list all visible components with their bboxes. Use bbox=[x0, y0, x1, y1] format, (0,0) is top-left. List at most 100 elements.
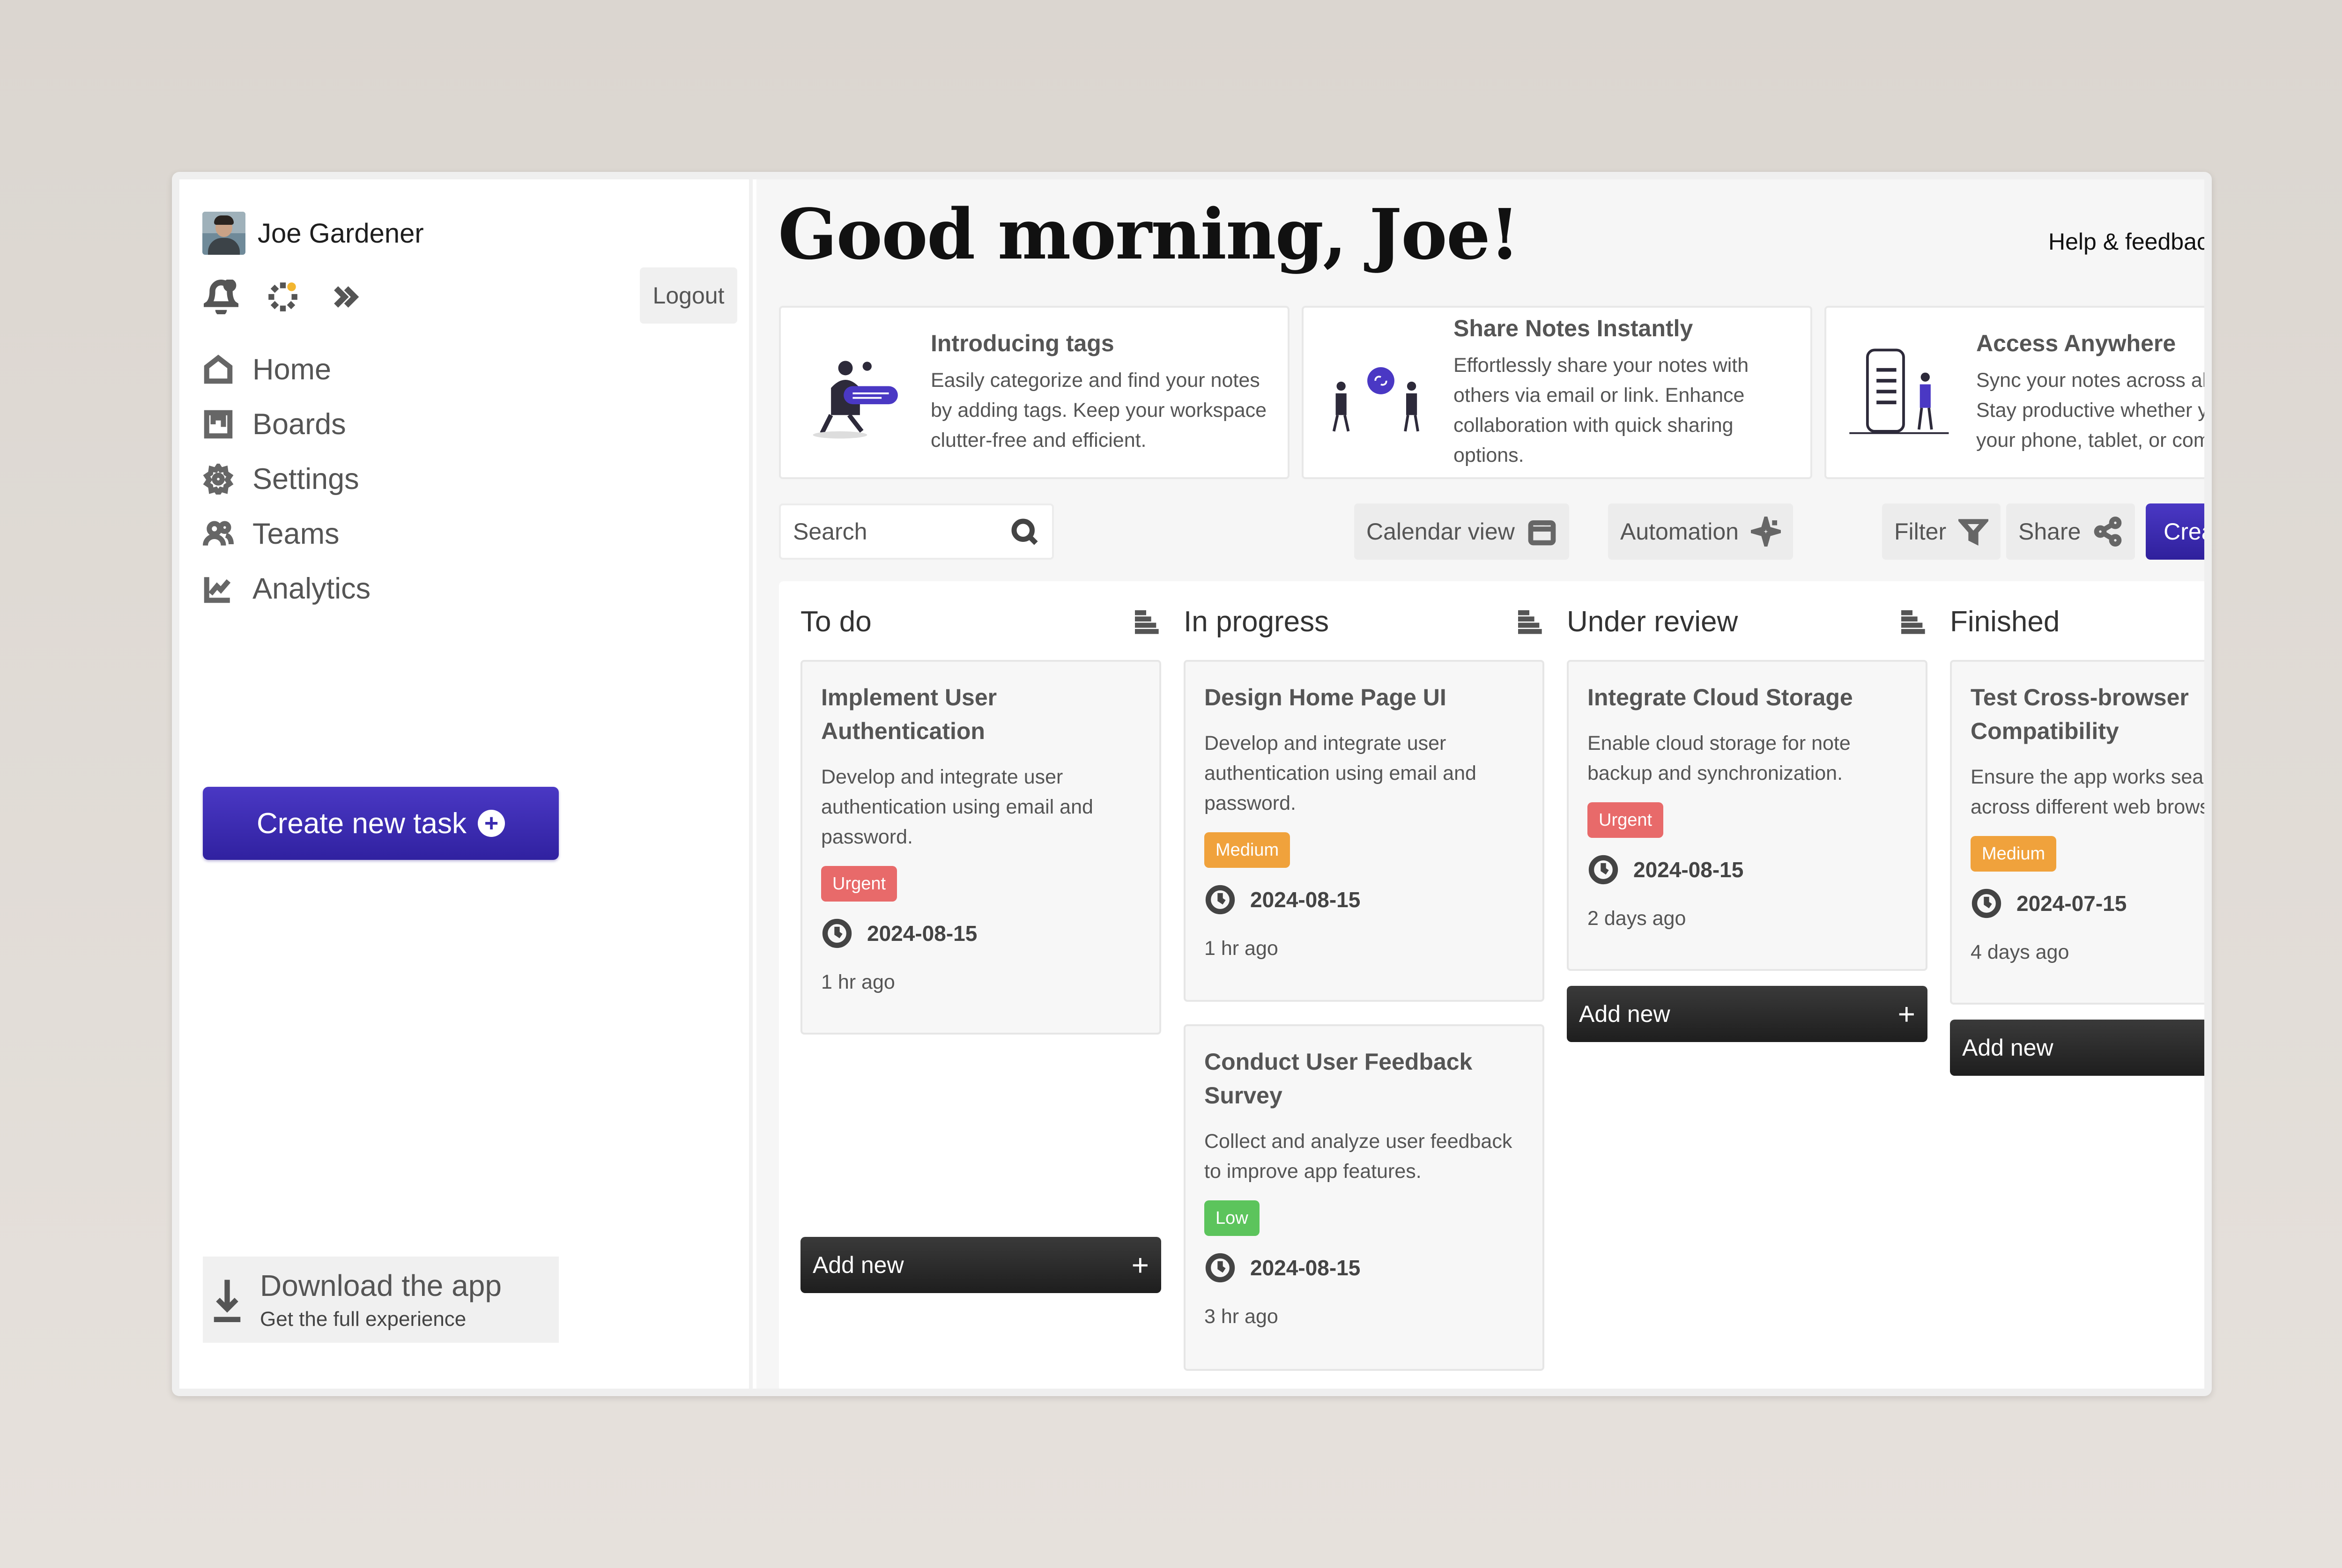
create-new-task-button[interactable]: Create new task + bbox=[203, 787, 559, 860]
share-illustration-icon bbox=[1332, 367, 1419, 432]
kanban-board: To do Implement User Authentication Deve… bbox=[779, 581, 2204, 1389]
add-new-label: Add new bbox=[813, 1252, 904, 1278]
sparkle-icon bbox=[1750, 517, 1781, 547]
task-date-value: 2024-08-15 bbox=[1250, 1256, 1361, 1280]
sidebar-nav: Home Boards Settings Teams Analytics bbox=[203, 342, 371, 616]
sidebar: Joe Gardener Logout Home Boards Settings… bbox=[179, 179, 753, 1389]
task-card[interactable]: Test Cross-browser Compatibility Ensure … bbox=[1950, 660, 2204, 1005]
home-icon bbox=[204, 354, 233, 384]
add-new-button[interactable]: Add new + bbox=[800, 1237, 1161, 1293]
feature-card-description: Effortlessly share your notes with other… bbox=[1453, 354, 1749, 466]
gear-icon bbox=[203, 463, 234, 495]
sidebar-item-label: Analytics bbox=[252, 572, 371, 605]
task-title: Integrate Cloud Storage bbox=[1587, 684, 1853, 710]
chevrons-right-icon[interactable] bbox=[327, 280, 362, 314]
task-description: Develop and integrate user authenticatio… bbox=[1204, 732, 1476, 814]
download-title: Download the app bbox=[260, 1269, 502, 1302]
task-date: 2024-07-15 bbox=[1971, 888, 2204, 919]
task-updated: 3 hr ago bbox=[1204, 1305, 1278, 1328]
task-date: 2024-08-15 bbox=[821, 917, 1141, 949]
sort-icon[interactable] bbox=[1514, 606, 1544, 636]
task-date: 2024-08-15 bbox=[1204, 1252, 1524, 1284]
feature-card-share[interactable]: Share Notes Instantly Effortlessly share… bbox=[1302, 306, 1812, 479]
task-date: 2024-08-15 bbox=[1204, 884, 1524, 916]
automation-label: Automation bbox=[1620, 518, 1739, 545]
task-card[interactable]: Conduct User Feedback Survey Collect and… bbox=[1184, 1024, 1544, 1371]
task-description: Collect and analyze user feedback to imp… bbox=[1204, 1130, 1512, 1183]
sidebar-item-label: Teams bbox=[252, 517, 340, 550]
add-new-button[interactable]: Add new + bbox=[1567, 986, 1927, 1042]
task-card[interactable]: Implement User Authentication Develop an… bbox=[800, 660, 1161, 1035]
download-subtitle: Get the full experience bbox=[260, 1308, 467, 1331]
plus-icon: + bbox=[1131, 1248, 1149, 1282]
task-card[interactable]: Design Home Page UI Develop and integrat… bbox=[1184, 660, 1544, 1002]
sidebar-item-home[interactable]: Home bbox=[203, 342, 371, 397]
sort-icon[interactable] bbox=[1131, 606, 1161, 636]
download-icon bbox=[214, 1280, 241, 1322]
column-header: Finished bbox=[1950, 603, 2204, 640]
sort-icon[interactable] bbox=[1897, 606, 1927, 636]
create-new-button[interactable]: Create new + bbox=[2146, 503, 2204, 560]
calendar-view-label: Calendar view bbox=[1366, 518, 1515, 545]
clock-icon bbox=[1971, 888, 2001, 918]
column-title: In progress bbox=[1184, 605, 1329, 638]
feature-card-title: Share Notes Instantly bbox=[1453, 315, 1693, 341]
clock-icon bbox=[1205, 1253, 1235, 1283]
user-profile[interactable]: Joe Gardener bbox=[202, 212, 424, 255]
sidebar-item-label: Boards bbox=[252, 407, 346, 441]
search-input[interactable]: Search bbox=[779, 503, 1054, 560]
sidebar-item-boards[interactable]: Boards bbox=[203, 397, 371, 451]
sidebar-item-teams[interactable]: Teams bbox=[203, 506, 371, 561]
help-label: Help & feedback bbox=[2048, 229, 2204, 255]
task-date-value: 2024-08-15 bbox=[1633, 858, 1744, 882]
sidebar-item-analytics[interactable]: Analytics bbox=[203, 561, 371, 616]
sidebar-icon-row bbox=[204, 280, 362, 314]
sidebar-item-settings[interactable]: Settings bbox=[203, 451, 371, 506]
clock-icon bbox=[822, 918, 852, 948]
feature-cards: Introducing tags Easily categorize and f… bbox=[779, 306, 2204, 479]
feature-card-access[interactable]: Access Anywhere Sync your notes across a… bbox=[1824, 306, 2204, 479]
column-header: In progress bbox=[1184, 603, 1544, 640]
feature-card-tags[interactable]: Introducing tags Easily categorize and f… bbox=[779, 306, 1290, 479]
task-description: Ensure the app works seamlessly across d… bbox=[1971, 766, 2204, 818]
loader-icon[interactable] bbox=[266, 280, 300, 314]
task-card[interactable]: Integrate Cloud Storage Enable cloud sto… bbox=[1567, 660, 1927, 971]
logout-button[interactable]: Logout bbox=[640, 267, 737, 324]
share-button[interactable]: Share bbox=[2006, 503, 2135, 560]
calendar-view-button[interactable]: Calendar view bbox=[1354, 503, 1569, 560]
filter-button[interactable]: Filter bbox=[1882, 503, 2001, 560]
task-description: Enable cloud storage for note backup and… bbox=[1587, 732, 1851, 784]
plus-circle-icon: + bbox=[478, 810, 505, 837]
priority-badge: Low bbox=[1204, 1200, 1260, 1236]
feature-card-description: Sync your notes across all devices. Stay… bbox=[1976, 369, 2204, 451]
download-app-banner[interactable]: Download the app Get the full experience bbox=[203, 1257, 559, 1343]
main-content: Good morning, Joe! Help & feedback ? bbox=[756, 179, 2204, 1389]
feature-card-description: Easily categorize and find your notes by… bbox=[931, 369, 1267, 451]
share-icon bbox=[2094, 517, 2122, 547]
task-updated: 2 days ago bbox=[1587, 907, 1686, 930]
automation-button[interactable]: Automation bbox=[1608, 503, 1793, 560]
avatar[interactable] bbox=[202, 212, 245, 255]
bell-icon[interactable] bbox=[204, 280, 238, 314]
sidebar-item-label: Home bbox=[252, 353, 332, 386]
priority-badge: Medium bbox=[1204, 832, 1290, 868]
search-icon[interactable] bbox=[1009, 516, 1040, 547]
board-icon bbox=[204, 410, 233, 438]
create-new-label: Create new bbox=[2164, 518, 2204, 545]
plus-icon: + bbox=[1897, 997, 1915, 1031]
filter-icon bbox=[1958, 519, 1989, 546]
user-name: Joe Gardener bbox=[258, 218, 424, 249]
task-date-value: 2024-08-15 bbox=[1250, 888, 1361, 912]
share-label: Share bbox=[2018, 518, 2081, 545]
tags-illustration-icon bbox=[813, 361, 898, 439]
task-title: Test Cross-browser Compatibility bbox=[1971, 684, 2189, 744]
search-placeholder: Search bbox=[793, 518, 867, 545]
add-new-label: Add new bbox=[1579, 1001, 1670, 1027]
column-title: To do bbox=[800, 605, 872, 638]
column-title: Under review bbox=[1567, 605, 1738, 638]
add-new-button[interactable]: Add new + bbox=[1950, 1020, 2204, 1076]
add-new-label: Add new bbox=[1962, 1035, 2053, 1061]
help-feedback-link[interactable]: Help & feedback ? bbox=[2048, 226, 2204, 257]
task-title: Conduct User Feedback Survey bbox=[1204, 1049, 1473, 1109]
task-updated: 1 hr ago bbox=[1204, 937, 1278, 960]
